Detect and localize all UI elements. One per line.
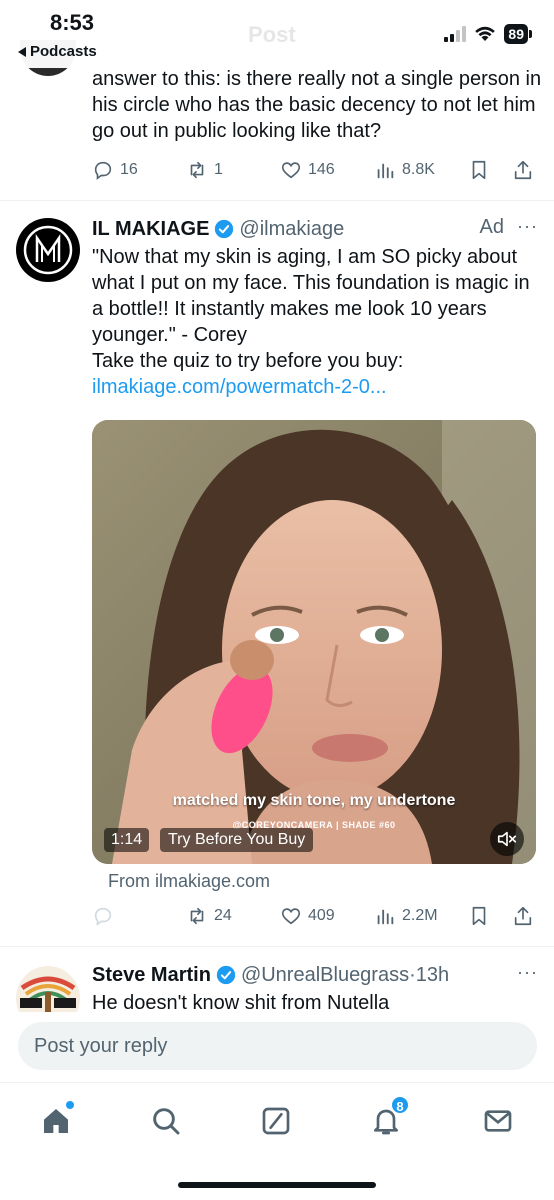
reply-tweet-header: Steve Martin @UnrealBluegrass ·13h ···: [92, 962, 538, 988]
ad-tweet-header: IL MAKIAGE @ilmakiage Ad ···: [92, 216, 538, 242]
nav-notifications[interactable]: 8: [366, 1095, 410, 1141]
reply-button[interactable]: 16: [92, 159, 138, 181]
views-chart-icon: [377, 909, 394, 925]
repost-button[interactable]: 1: [186, 159, 223, 181]
video-watermark: @COREYONCAMERA | SHADE #60: [232, 820, 396, 830]
author-name[interactable]: IL MAKIAGE: [92, 218, 209, 241]
share-button[interactable]: [512, 159, 534, 181]
reply-icon: [94, 907, 112, 926]
ad-tweet-text: "Now that my skin is aging, I am SO pick…: [92, 246, 530, 346]
reply-input[interactable]: [18, 1022, 537, 1070]
ad-tweet-body: "Now that my skin is aging, I am SO pick…: [92, 244, 538, 400]
ilmakiage-logo-icon: [23, 225, 73, 275]
views-count: 8.8K: [402, 161, 435, 178]
battery-tip: [529, 30, 532, 38]
author-handle[interactable]: @UnrealBluegrass: [241, 964, 409, 987]
previous-tweet-text: answer to this: is there really not a si…: [92, 68, 542, 142]
cellular-signal-icon: [444, 26, 467, 42]
nav-grok[interactable]: [256, 1101, 296, 1141]
repost-button[interactable]: 24: [186, 905, 232, 927]
reply-button[interactable]: [92, 905, 114, 927]
back-app-label: Podcasts: [30, 43, 97, 60]
divider: [0, 946, 554, 947]
bookmark-button[interactable]: [468, 905, 490, 927]
views-count: 2.2M: [402, 907, 438, 924]
clock: 8:53: [50, 10, 95, 35]
repost-count: 1: [214, 161, 223, 178]
video-caption: matched my skin tone, my undertone: [172, 792, 456, 809]
post-time: ·13h: [409, 963, 450, 986]
ad-label: Ad: [479, 216, 504, 238]
avatar-image: [16, 966, 80, 1016]
share-icon: [514, 906, 532, 926]
share-button[interactable]: [512, 905, 534, 927]
grok-icon: [262, 1107, 290, 1135]
verified-badge-icon: [215, 219, 234, 239]
bookmark-button[interactable]: [468, 159, 490, 181]
mail-icon: [484, 1110, 512, 1132]
author-handle[interactable]: @ilmakiage: [239, 218, 344, 241]
ad-source[interactable]: From ilmakiage.com: [108, 871, 270, 892]
steve-martin-avatar[interactable]: [16, 966, 80, 1016]
reply-count: 16: [120, 161, 138, 178]
ad-tweet-link[interactable]: ilmakiage.com/powermatch-2-0...: [92, 374, 538, 400]
video-duration: 1:14: [104, 828, 150, 852]
bookmark-icon: [472, 160, 486, 180]
reply-composer: [0, 1012, 554, 1082]
home-indicator[interactable]: [178, 1182, 376, 1188]
nav-search[interactable]: [146, 1101, 186, 1141]
repost-icon: [190, 907, 204, 925]
like-button[interactable]: 146: [280, 159, 335, 181]
nav-messages[interactable]: [478, 1101, 518, 1141]
repost-count: 24: [214, 907, 232, 924]
views-button[interactable]: 8.8K: [374, 159, 435, 181]
like-count: 146: [308, 161, 335, 178]
author-name[interactable]: Steve Martin: [92, 964, 211, 987]
views-chart-icon: [377, 163, 394, 179]
reply-icon: [94, 161, 112, 180]
heart-icon: [281, 908, 301, 925]
status-bar: 8:53 Podcasts Post 89: [0, 0, 554, 68]
heart-icon: [281, 162, 301, 179]
divider: [0, 200, 554, 201]
speaker-muted-icon: [497, 831, 517, 847]
page-title: Post: [248, 22, 296, 47]
ilmakiage-logo-avatar[interactable]: [16, 218, 80, 282]
share-icon: [514, 160, 532, 180]
notification-badge: 8: [390, 1095, 410, 1115]
like-count: 409: [308, 907, 335, 924]
wifi-icon: [475, 26, 496, 41]
more-options-button[interactable]: ···: [517, 962, 538, 983]
unread-dot: [66, 1101, 74, 1109]
verified-badge-icon: [216, 965, 236, 985]
reply-tweet-text: He doesn't know shit from Nutella: [92, 992, 390, 1012]
nav-home[interactable]: [36, 1101, 76, 1141]
try-before-you-buy-button[interactable]: Try Before You Buy: [160, 828, 314, 852]
search-icon: [153, 1108, 180, 1135]
home-icon: [44, 1109, 68, 1133]
ad-video[interactable]: matched my skin tone, my undertone @CORE…: [92, 420, 536, 864]
more-options-button[interactable]: ···: [517, 216, 538, 237]
battery-level: 89: [504, 24, 528, 44]
back-to-app-button[interactable]: Podcasts: [18, 43, 97, 60]
bookmark-icon: [472, 906, 486, 926]
views-button[interactable]: 2.2M: [374, 905, 438, 927]
repost-icon: [190, 161, 204, 179]
system-icons: 89: [444, 24, 532, 44]
mute-button[interactable]: [490, 822, 524, 856]
back-triangle-icon: [18, 46, 26, 57]
like-button[interactable]: 409: [280, 905, 335, 927]
ad-tweet-text-cta: Take the quiz to try before you buy:: [92, 350, 404, 372]
